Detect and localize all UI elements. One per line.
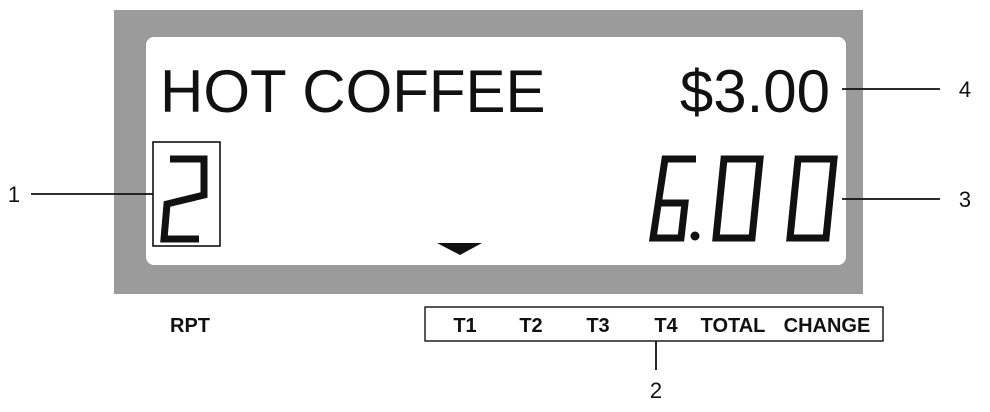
item-name: HOT COFFEE [160, 58, 546, 125]
indicator-t1: T1 [453, 315, 476, 337]
callout-3: 3 [959, 187, 971, 212]
indicator-change: CHANGE [784, 315, 871, 337]
unit-price: $3.00 [680, 58, 830, 125]
indicator-t3: T3 [586, 315, 609, 337]
indicator-total: TOTAL [701, 315, 766, 337]
callout-2: 2 [650, 378, 662, 403]
amount-decimal-point [690, 231, 700, 241]
diagram-canvas: HOT COFFEE $3.00 RPT T1 T2 T3 T4 TOTAL C… [8, 10, 971, 403]
indicator-t4: T4 [654, 315, 678, 337]
pos-display-diagram: HOT COFFEE $3.00 RPT T1 T2 T3 T4 TOTAL C… [0, 0, 990, 407]
callout-4: 4 [959, 77, 971, 102]
callout-1: 1 [8, 182, 20, 207]
indicator-t2: T2 [519, 315, 542, 337]
rpt-label: RPT [170, 315, 210, 337]
